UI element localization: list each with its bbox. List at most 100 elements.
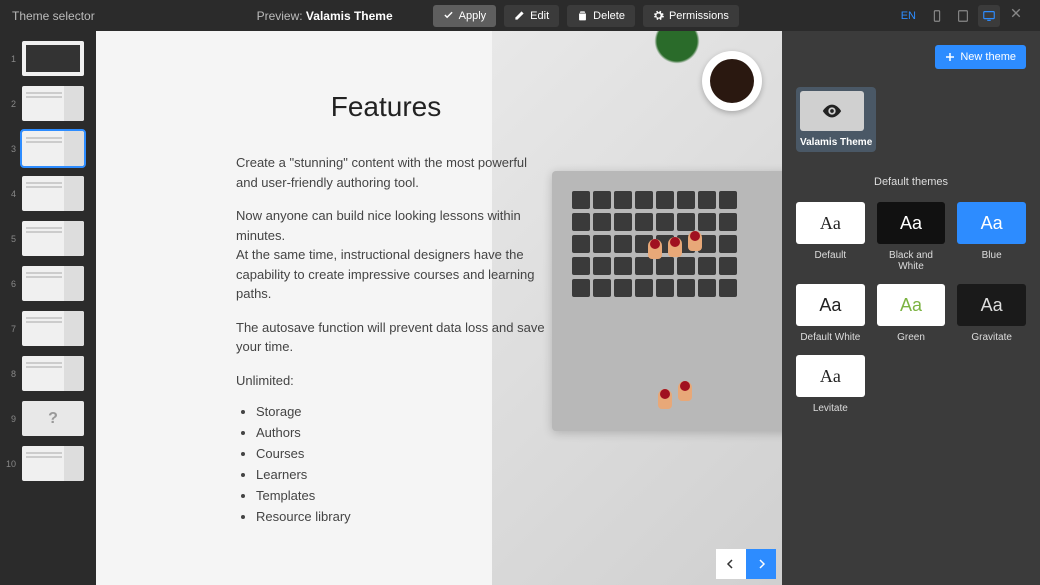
theme-label: Black and White: [877, 250, 946, 272]
new-theme-button[interactable]: New theme: [935, 45, 1026, 69]
prev-slide-button[interactable]: [716, 549, 746, 579]
theme-option[interactable]: Aa Levitate: [796, 355, 865, 414]
coffee-cup-decor: [702, 51, 762, 111]
theme-grid: Aa Default Aa Black and White Aa Blue Aa Defaul…: [796, 202, 1026, 414]
slide-thumb-image[interactable]: [22, 86, 84, 121]
slide-thumb-image[interactable]: [22, 41, 84, 76]
theme-swatch: Aa: [957, 202, 1026, 244]
slide-number: 10: [6, 459, 16, 469]
theme-label: Levitate: [796, 403, 865, 414]
theme-panel: New theme Valamis Theme Default themes A…: [782, 31, 1040, 585]
slide-thumb-image[interactable]: [22, 356, 84, 391]
theme-label: Default White: [796, 332, 865, 343]
theme-swatch: Aa: [796, 284, 865, 326]
eye-icon: [821, 100, 843, 122]
slide-thumbnail[interactable]: 9?: [6, 401, 90, 436]
slide-thumbnail[interactable]: 5: [6, 221, 90, 256]
list-item: Learners: [256, 467, 576, 482]
slide-paragraph: Now anyone can build nice looking lesson…: [236, 206, 546, 304]
slide-thumbnail[interactable]: 8: [6, 356, 90, 391]
slide-paragraph: The autosave function will prevent data …: [236, 318, 546, 357]
slide-list: Storage Authors Courses Learners Templates Re…: [256, 404, 576, 524]
slide-number: 2: [6, 99, 16, 109]
list-item: Authors: [256, 425, 576, 440]
slide-thumb-image[interactable]: [22, 176, 84, 211]
preview-breadcrumb: Preview: Valamis Theme: [257, 9, 393, 23]
slide-thumb-image[interactable]: [22, 446, 84, 481]
slide-preview: Features Create a "stunning" content wit…: [96, 31, 782, 585]
slide-thumb-image[interactable]: [22, 311, 84, 346]
pencil-icon: [514, 10, 525, 21]
preview-theme-name: Valamis Theme: [306, 9, 393, 23]
slide-thumbnail[interactable]: 1: [6, 41, 90, 76]
chevron-left-icon: [726, 559, 736, 569]
theme-option[interactable]: Aa Default: [796, 202, 865, 272]
permissions-button[interactable]: Permissions: [643, 5, 739, 27]
next-slide-button[interactable]: [746, 549, 776, 579]
theme-label: Gravitate: [957, 332, 1026, 343]
theme-swatch: Aa: [957, 284, 1026, 326]
slide-number: 6: [6, 279, 16, 289]
language-selector[interactable]: EN: [901, 10, 916, 22]
apply-button[interactable]: Apply: [433, 5, 497, 27]
current-theme-card[interactable]: Valamis Theme: [796, 87, 876, 152]
list-item: Storage: [256, 404, 576, 419]
theme-option[interactable]: Aa Black and White: [877, 202, 946, 272]
theme-swatch: Aa: [877, 284, 946, 326]
theme-option[interactable]: Aa Gravitate: [957, 284, 1026, 343]
theme-option[interactable]: Aa Default White: [796, 284, 865, 343]
list-item: Courses: [256, 446, 576, 461]
chevron-right-icon: [756, 559, 766, 569]
slide-paragraph: Create a "stunning" content with the mos…: [236, 153, 546, 192]
slide-thumbnail[interactable]: 3: [6, 131, 90, 166]
device-desktop[interactable]: [978, 5, 1000, 27]
slide-number: 4: [6, 189, 16, 199]
theme-option[interactable]: Aa Blue: [957, 202, 1026, 272]
slide-thumb-image[interactable]: [22, 266, 84, 301]
device-toggle-group: [926, 5, 1000, 27]
app-title: Theme selector: [12, 9, 95, 23]
slide-number: 1: [6, 54, 16, 64]
slide-thumbnail[interactable]: 7: [6, 311, 90, 346]
plus-icon: [945, 52, 955, 62]
device-tablet[interactable]: [952, 5, 974, 27]
theme-swatch: Aa: [796, 202, 865, 244]
slide-thumb-image[interactable]: ?: [22, 401, 84, 436]
slide-number: 9: [6, 414, 16, 424]
slide-number: 8: [6, 369, 16, 379]
slide-thumbnail[interactable]: 2: [6, 86, 90, 121]
current-theme-label: Valamis Theme: [800, 137, 872, 148]
topbar: Theme selector Preview: Valamis Theme Ap…: [0, 0, 1040, 31]
plant-decor: [637, 31, 717, 71]
theme-label: Default: [796, 250, 865, 261]
slide-number: 3: [6, 144, 16, 154]
current-theme-swatch: [800, 91, 864, 131]
slide-number: 7: [6, 324, 16, 334]
slide-navigator: 1 2 3 4 5 6 7 8 9? 10: [0, 31, 96, 585]
theme-label: Blue: [957, 250, 1026, 261]
slide-heading: Features: [196, 91, 576, 123]
close-button[interactable]: [1010, 7, 1028, 25]
theme-swatch: Aa: [877, 202, 946, 244]
slide-content: Features Create a "stunning" content wit…: [96, 31, 576, 524]
default-themes-heading: Default themes: [796, 176, 1026, 188]
slide-controls: [716, 549, 776, 579]
slide-thumb-image[interactable]: [22, 221, 84, 256]
slide-paragraph: Unlimited:: [236, 371, 546, 391]
check-icon: [443, 10, 454, 21]
slide-thumb-image[interactable]: [22, 131, 84, 166]
slide-thumbnail[interactable]: 10: [6, 446, 90, 481]
list-item: Resource library: [256, 509, 576, 524]
slide-number: 5: [6, 234, 16, 244]
delete-button[interactable]: Delete: [567, 5, 635, 27]
theme-option[interactable]: Aa Green: [877, 284, 946, 343]
slide-thumbnail[interactable]: 4: [6, 176, 90, 211]
list-item: Templates: [256, 488, 576, 503]
gear-icon: [653, 10, 664, 21]
device-mobile[interactable]: [926, 5, 948, 27]
theme-swatch: Aa: [796, 355, 865, 397]
theme-label: Green: [877, 332, 946, 343]
slide-thumbnail[interactable]: 6: [6, 266, 90, 301]
hand-decor: [688, 231, 702, 251]
edit-button[interactable]: Edit: [504, 5, 559, 27]
